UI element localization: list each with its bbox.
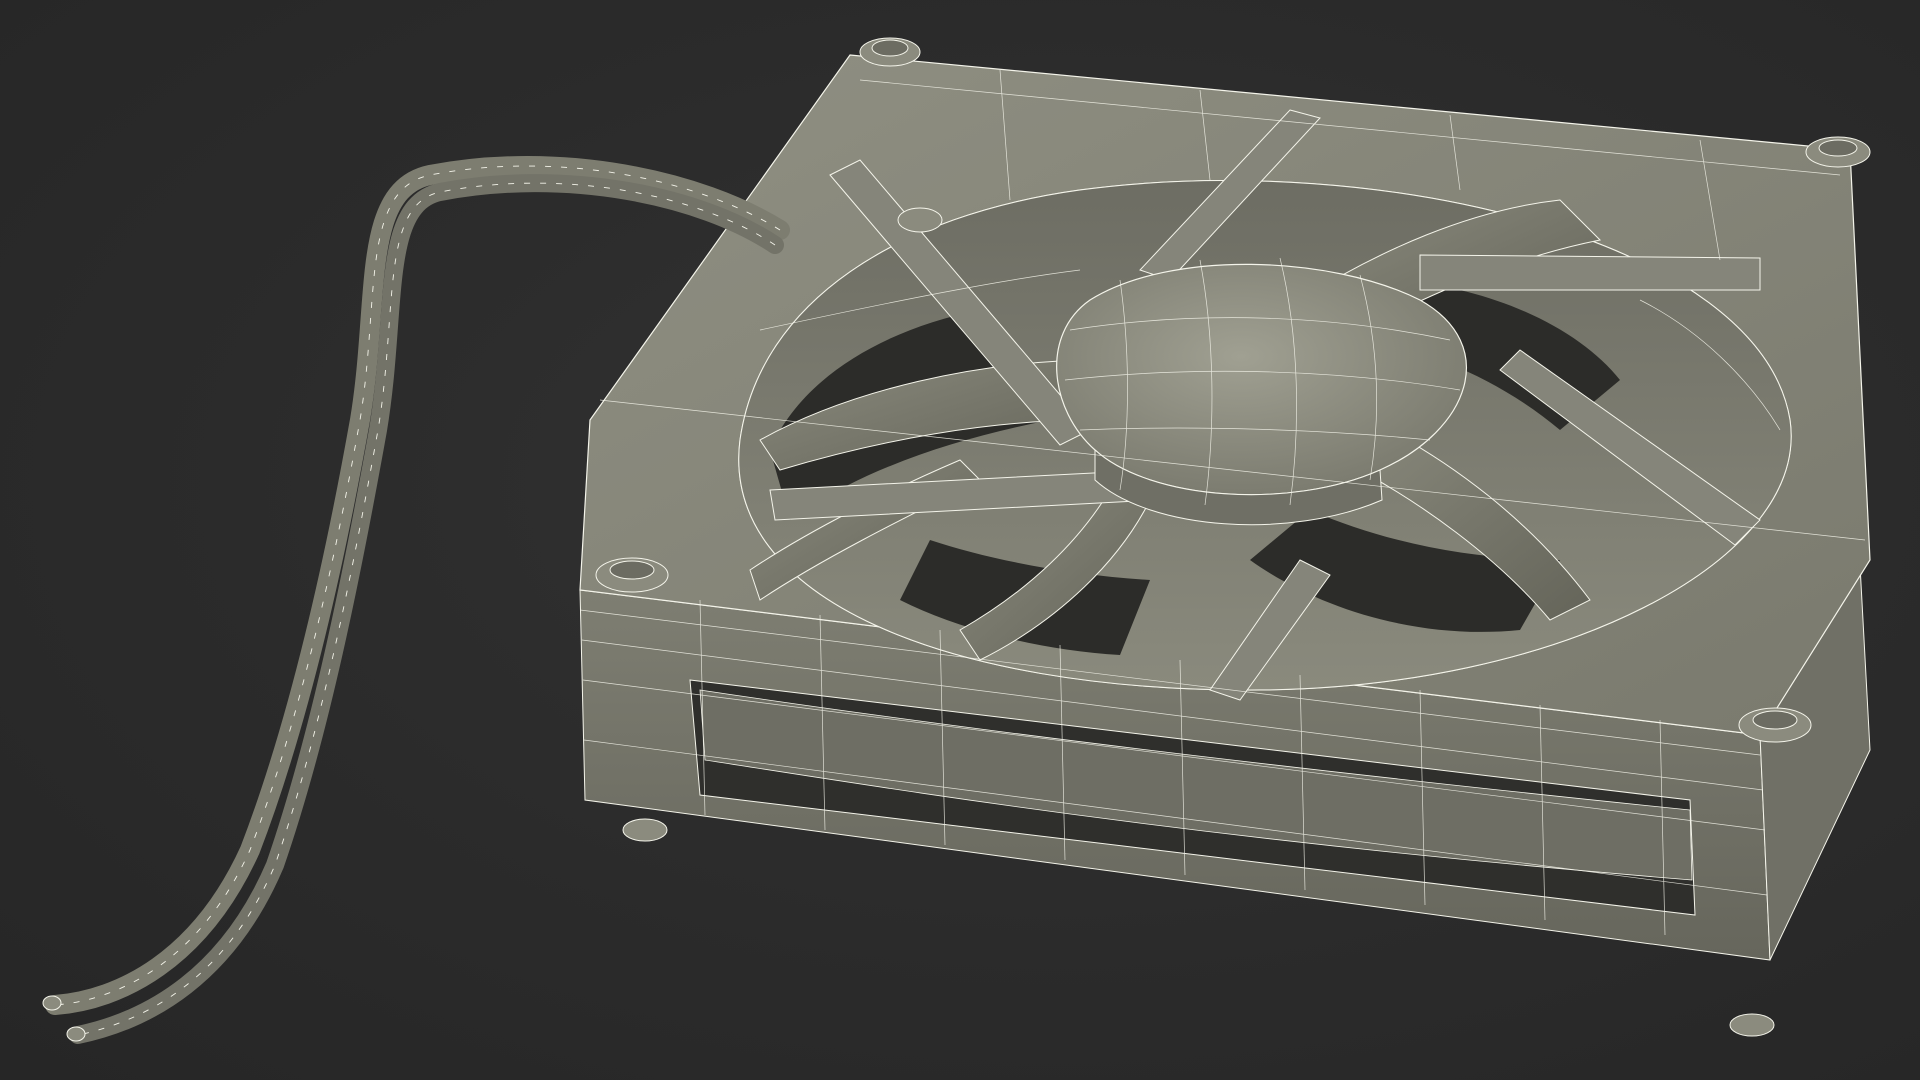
screw-hub [897, 207, 943, 233]
cable-end [66, 1026, 86, 1042]
render-viewport [0, 0, 1920, 1080]
screw-top-right [1805, 136, 1871, 168]
screw-bottom-right [1738, 707, 1812, 743]
screw-bottom-left [595, 557, 669, 593]
fan-wireframe-scene [42, 37, 1871, 1044]
fan-strut [1419, 254, 1761, 291]
screw-top-left [859, 37, 921, 67]
cable-end [42, 995, 62, 1011]
